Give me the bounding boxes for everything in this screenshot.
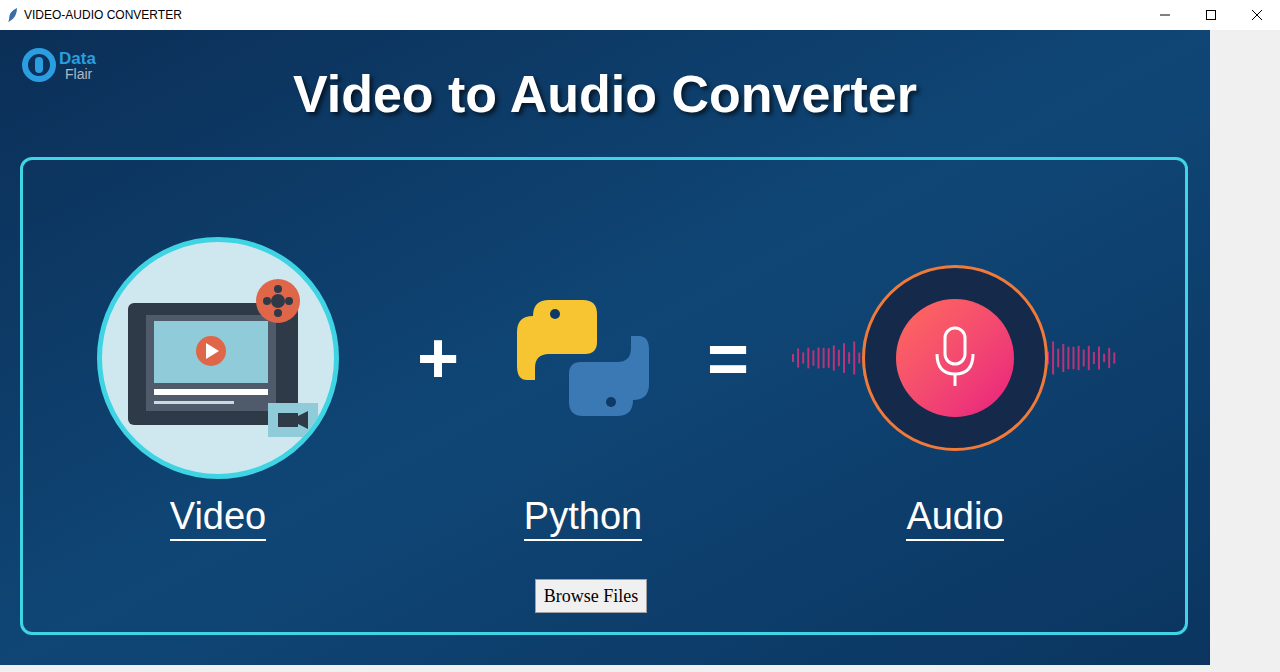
operator-symbol: + xyxy=(417,322,459,394)
equation-label: Python xyxy=(524,495,642,541)
browse-files-button[interactable]: Browse Files xyxy=(535,579,648,614)
content-frame: +=VideoPythonAudioBrowse Files xyxy=(20,157,1188,635)
video-icon xyxy=(97,237,339,479)
audio-icon xyxy=(790,263,1120,453)
label-row: Video Python Audio xyxy=(23,495,1185,541)
equation-label: Video xyxy=(170,495,267,541)
close-button[interactable] xyxy=(1234,0,1280,30)
equation-row: += xyxy=(23,237,1185,479)
minimize-button[interactable] xyxy=(1142,0,1188,30)
feather-icon xyxy=(7,7,19,23)
logo-icon xyxy=(22,48,56,82)
window-title: VIDEO-AUDIO CONVERTER xyxy=(24,6,182,24)
operator-symbol: = xyxy=(707,322,749,394)
close-icon xyxy=(1252,10,1262,20)
equation-label: Audio xyxy=(906,495,1003,541)
maximize-icon xyxy=(1206,10,1216,20)
maximize-button[interactable] xyxy=(1188,0,1234,30)
banner: DataFlairVideo to Audio Converter+=Video… xyxy=(0,30,1210,665)
app-window: VIDEO-AUDIO CONVERTER DataFlairVideo to A… xyxy=(0,0,1280,672)
python-icon xyxy=(513,296,653,420)
banner-title: Video to Audio Converter xyxy=(0,55,1210,133)
minimize-icon xyxy=(1160,10,1170,20)
logo: DataFlair xyxy=(22,48,96,82)
title-bar: VIDEO-AUDIO CONVERTER xyxy=(0,0,1280,30)
